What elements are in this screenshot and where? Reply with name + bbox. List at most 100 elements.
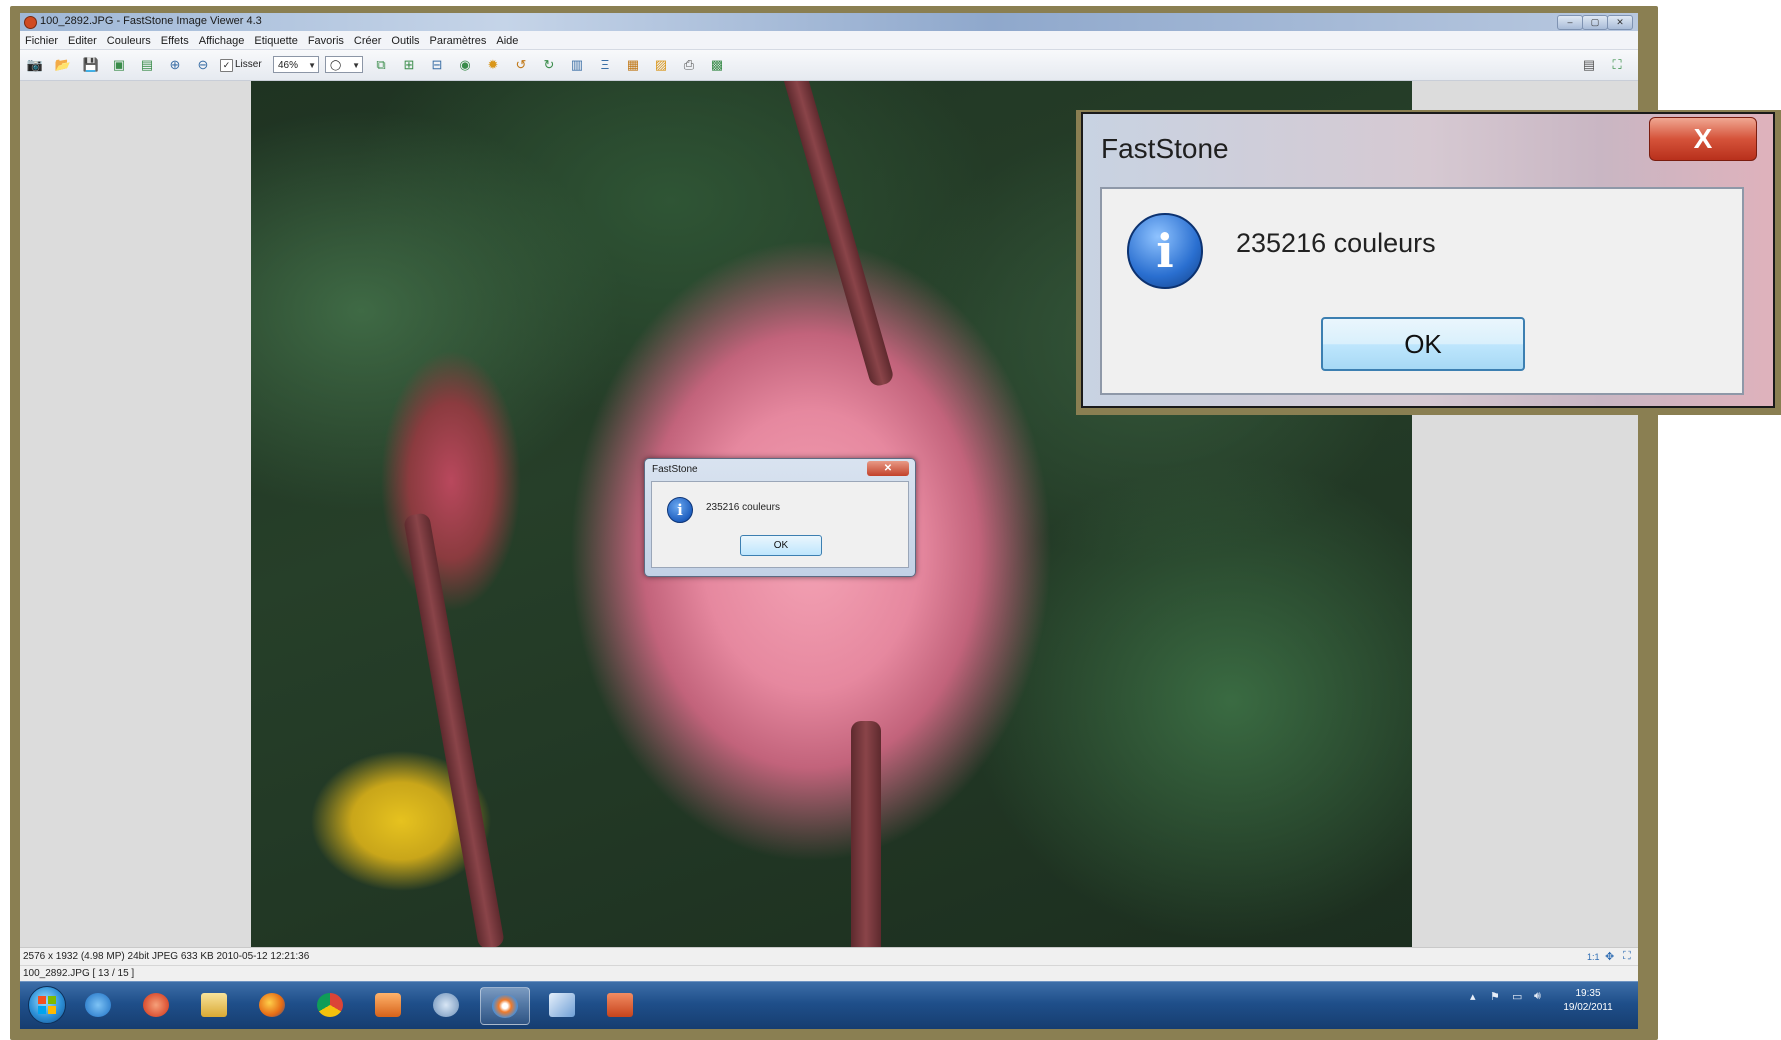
clock-time: 19:35 xyxy=(1575,988,1601,999)
zoom-dialog-close-button[interactable]: X xyxy=(1649,117,1757,161)
rotate-right-icon[interactable]: ↻ xyxy=(540,56,558,74)
zoom-ok-button[interactable]: OK xyxy=(1321,317,1525,371)
windows-logo-icon xyxy=(48,996,56,1004)
open-folder-icon[interactable]: 📂 xyxy=(54,56,72,74)
zoom-dialog-body: i 235216 couleurs OK xyxy=(1100,187,1744,395)
adjust-colors-icon[interactable]: ✹ xyxy=(484,56,502,74)
ie-icon xyxy=(85,993,111,1017)
taskbar-people[interactable] xyxy=(422,987,470,1023)
windows-logo-icon xyxy=(48,1006,56,1014)
stem xyxy=(402,512,506,947)
chrome-icon xyxy=(317,993,343,1017)
window-title: 100_2892.JPG - FastStone Image Viewer 4.… xyxy=(40,15,262,27)
stem xyxy=(780,81,896,388)
menu-outils[interactable]: Outils xyxy=(386,33,424,47)
shape-value: ◯ xyxy=(330,60,342,71)
rotate-left-icon[interactable]: ↺ xyxy=(512,56,530,74)
taskbar-ccleaner[interactable] xyxy=(132,987,180,1023)
zoom-in-icon[interactable]: ⊕ xyxy=(166,56,184,74)
maximize-button[interactable]: ▢ xyxy=(1582,15,1608,30)
dialog-close-button[interactable]: ✕ xyxy=(867,461,909,476)
toolbar: 📷 📂 💾 ▣ ▤ ⊕ ⊖ ✓ Lisser 46% ▼ ◯ ▼ ⧉ ⊞ ⊟ ◉ ✹… xyxy=(20,50,1638,81)
menu-editer[interactable]: Editer xyxy=(63,33,102,47)
folder-icon xyxy=(201,993,227,1017)
windows-logo-icon xyxy=(38,1006,46,1014)
minimize-button[interactable]: – xyxy=(1557,15,1583,30)
menu-bar: Fichier Editer Couleurs Effets Affichage Etiq… xyxy=(20,31,1638,50)
fit-icon[interactable]: ✥ xyxy=(1605,950,1614,963)
taskbar-explorer[interactable] xyxy=(190,987,238,1023)
info-icon: i xyxy=(667,497,693,523)
menu-parametres[interactable]: Paramètres xyxy=(425,33,492,47)
canvas-icon[interactable]: ⊟ xyxy=(428,56,446,74)
windows-logo-icon xyxy=(38,996,46,1004)
taskbar-mail[interactable] xyxy=(364,987,412,1023)
resize-icon[interactable]: ⊞ xyxy=(400,56,418,74)
taskbar-chrome[interactable] xyxy=(306,987,354,1023)
menu-couleurs[interactable]: Couleurs xyxy=(102,33,156,47)
network-icon[interactable]: ▭ xyxy=(1512,990,1522,1003)
app-icon xyxy=(24,16,37,29)
fullscreen-icon[interactable]: ⛶ xyxy=(1608,56,1626,74)
browser-view-icon[interactable]: ▤ xyxy=(1580,56,1598,74)
menu-aide[interactable]: Aide xyxy=(491,33,523,47)
clock-date: 19/02/2011 xyxy=(1563,1002,1613,1013)
taskbar-firefox[interactable] xyxy=(248,987,296,1023)
powerpoint-icon xyxy=(607,993,633,1017)
taskbar-powerpoint[interactable] xyxy=(596,987,644,1023)
dialog-title: FastStone xyxy=(652,464,698,475)
zoom-dialog-message: 235216 couleurs xyxy=(1236,228,1436,258)
camera-icon[interactable]: 📷 xyxy=(26,56,44,74)
slideshow-icon[interactable]: ▦ xyxy=(624,56,642,74)
print-icon[interactable]: ⎙ xyxy=(680,56,698,74)
flag-icon[interactable]: ⚑ xyxy=(1490,990,1500,1003)
batch-icon[interactable]: ▨ xyxy=(652,56,670,74)
show-hidden-icons-icon[interactable]: ▴ xyxy=(1470,990,1476,1003)
taskbar-paint[interactable] xyxy=(538,987,586,1023)
title-bar[interactable]: 100_2892.JPG - FastStone Image Viewer 4.… xyxy=(20,13,1638,31)
red-eye-icon[interactable]: ◉ xyxy=(456,56,474,74)
menu-etiquette[interactable]: Etiquette xyxy=(249,33,302,47)
compare-icon[interactable]: ▥ xyxy=(568,56,586,74)
taskbar: ▴ ⚑ ▭ 🔊︎ 19:35 19/02/2011 xyxy=(20,981,1638,1029)
email-icon[interactable]: ▤ xyxy=(138,56,156,74)
actual-size-button[interactable]: 1:1 xyxy=(1587,952,1600,962)
wallpaper-icon[interactable]: ▩ xyxy=(708,56,726,74)
clock[interactable]: 19:35 19/02/2011 xyxy=(1558,987,1618,1015)
zoom-value: 46% xyxy=(278,60,299,71)
volume-icon[interactable]: 🔊︎ xyxy=(1534,990,1541,1003)
fullscreen-small-icon[interactable]: ⛶ xyxy=(1623,950,1631,963)
menu-fichier[interactable]: Fichier xyxy=(20,33,63,47)
chevron-down-icon: ▼ xyxy=(308,61,316,70)
info-icon: i xyxy=(1127,213,1203,289)
save-icon[interactable]: 💾 xyxy=(82,56,100,74)
zoomed-message-dialog: FastStone X i 235216 couleurs OK xyxy=(1081,112,1775,408)
crop-icon[interactable]: ⧉ xyxy=(372,56,390,74)
smooth-label: Lisser xyxy=(235,59,262,70)
menu-favoris[interactable]: Favoris xyxy=(303,33,349,47)
taskbar-ie[interactable] xyxy=(74,987,122,1023)
taskbar-faststone[interactable] xyxy=(480,987,530,1025)
zoom-out-icon[interactable]: ⊖ xyxy=(194,56,212,74)
dialog-message: 235216 couleurs xyxy=(706,502,780,513)
smooth-checkbox[interactable]: ✓ xyxy=(220,59,233,72)
faststone-eye-icon xyxy=(492,994,518,1018)
ok-button[interactable]: OK xyxy=(740,535,822,556)
shape-select[interactable]: ◯ ▼ xyxy=(325,56,363,73)
text-icon[interactable]: Ξ xyxy=(596,56,614,74)
zoom-dialog-title: FastStone xyxy=(1101,133,1229,164)
stem xyxy=(851,721,881,947)
image-info: 2576 x 1932 (4.98 MP) 24bit JPEG 633 KB … xyxy=(23,951,310,962)
menu-affichage[interactable]: Affichage xyxy=(194,33,250,47)
paint-icon xyxy=(549,993,575,1017)
menu-effets[interactable]: Effets xyxy=(156,33,194,47)
save-as-icon[interactable]: ▣ xyxy=(110,56,128,74)
status-bar: 2576 x 1932 (4.98 MP) 24bit JPEG 633 KB … xyxy=(20,947,1638,966)
menu-creer[interactable]: Créer xyxy=(349,33,387,47)
file-position: 100_2892.JPG [ 13 / 15 ] xyxy=(23,968,135,979)
firefox-icon xyxy=(259,993,285,1017)
close-button[interactable]: ✕ xyxy=(1607,15,1633,30)
zoom-select[interactable]: 46% ▼ xyxy=(273,56,319,73)
dialog-body: i 235216 couleurs OK xyxy=(651,481,909,568)
start-button[interactable] xyxy=(28,986,66,1024)
